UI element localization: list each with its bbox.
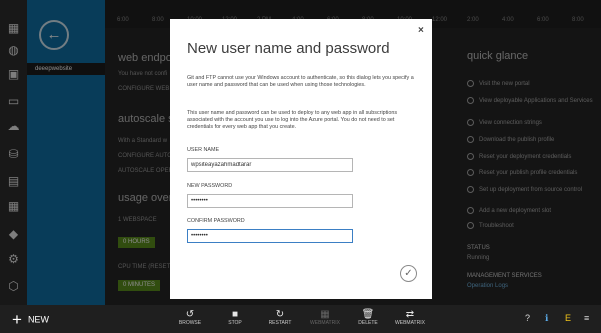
username-field[interactable]: [187, 158, 353, 172]
new-button[interactable]: + NEW: [12, 310, 49, 330]
info-icon[interactable]: ℹ: [545, 313, 548, 324]
delete-button[interactable]: 🗑 DELETE: [348, 309, 388, 326]
dialog-description-2: This user name and password can be used …: [187, 110, 398, 131]
webmatrix-button[interactable]: ▦ WEBMATRIX: [305, 309, 345, 326]
dialog-title: New user name and password: [187, 40, 390, 57]
swap-label: WEBMATRIX: [395, 320, 425, 326]
delete-label: DELETE: [358, 320, 378, 326]
confirm-password-field[interactable]: [187, 229, 353, 243]
credentials-dialog: × New user name and password Git and FTP…: [170, 19, 432, 299]
command-bar: [0, 305, 601, 333]
webmatrix-label: WEBMATRIX: [310, 320, 340, 326]
new-password-field[interactable]: [187, 194, 353, 208]
plus-icon: +: [12, 310, 22, 329]
restart-button[interactable]: ↻ RESTART: [260, 309, 300, 326]
delete-icon: 🗑: [361, 309, 375, 320]
swap-button[interactable]: ⇄ WEBMATRIX: [390, 309, 430, 326]
browse-label: BROWSE: [178, 320, 202, 326]
stop-label: STOP: [228, 320, 242, 326]
restart-label: RESTART: [268, 320, 292, 326]
new-password-label: NEW PASSWORD: [187, 183, 233, 189]
browse-icon: ↺: [185, 309, 195, 320]
stop-button[interactable]: ■ STOP: [215, 309, 255, 326]
browse-button[interactable]: ↺ BROWSE: [170, 309, 210, 326]
confirm-password-label: CONFIRM PASSWORD: [187, 218, 245, 224]
restart-icon: ↻: [275, 309, 285, 320]
ok-button[interactable]: ✓: [400, 265, 417, 282]
new-label: NEW: [27, 314, 49, 325]
stop-icon: ■: [231, 309, 239, 320]
webmatrix-icon: ▦: [320, 309, 330, 320]
swap-icon: ⇄: [405, 309, 415, 320]
close-icon[interactable]: ×: [418, 25, 424, 36]
menu-icon[interactable]: ≡: [584, 313, 589, 323]
username-label: USER NAME: [187, 147, 220, 153]
help-icon[interactable]: ?: [525, 313, 530, 323]
checkmark-icon: ✓: [404, 268, 413, 279]
dialog-description: Git and FTP cannot use your Windows acco…: [187, 75, 414, 89]
error-icon[interactable]: E: [565, 313, 571, 323]
